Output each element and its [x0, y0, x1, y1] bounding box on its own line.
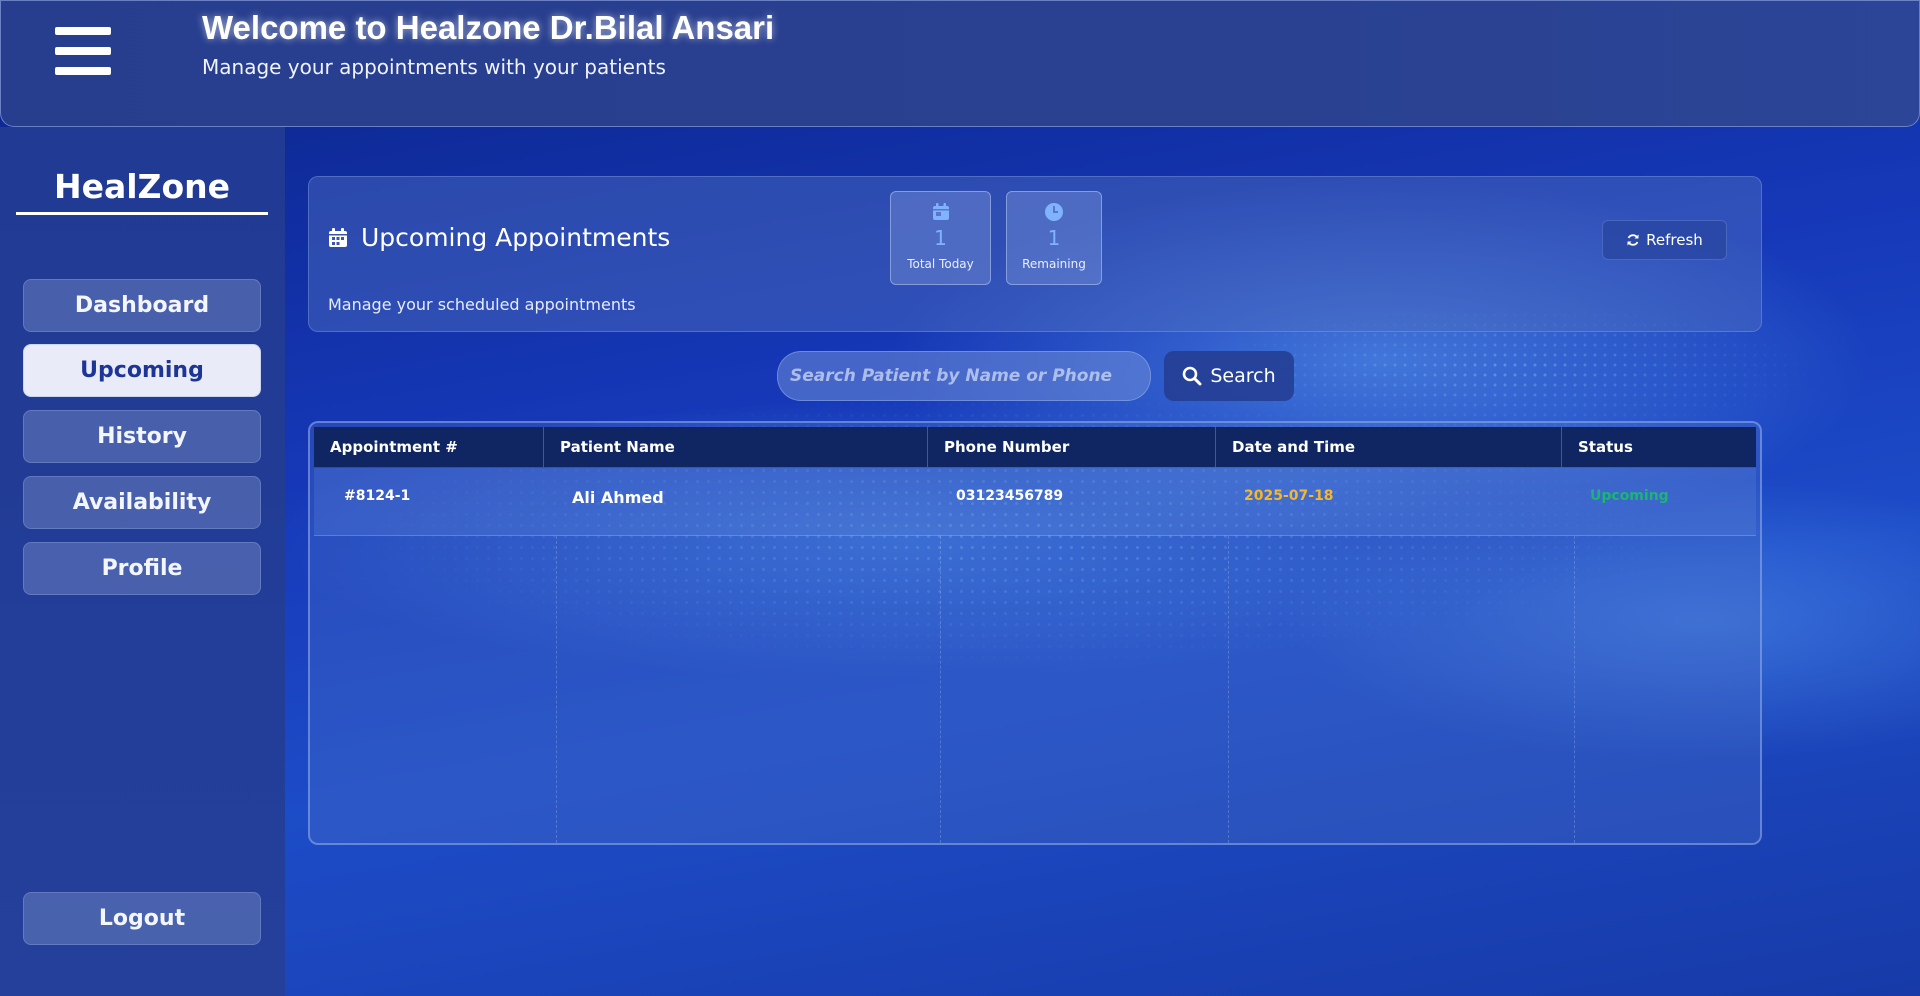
refresh-label: Refresh — [1646, 231, 1703, 249]
sidebar: HealZone Dashboard Upcoming History Avai… — [0, 127, 285, 996]
search-button[interactable]: Search — [1164, 351, 1294, 401]
column-divider — [1574, 536, 1575, 843]
brand-logo-text: HealZone — [16, 167, 268, 215]
search-button-label: Search — [1210, 365, 1276, 387]
column-divider — [556, 536, 557, 843]
search-icon — [1183, 366, 1202, 386]
sidebar-item-history[interactable]: History — [23, 410, 261, 463]
panel-subtitle: Manage your scheduled appointments — [328, 295, 636, 314]
stat-remaining-value: 1 — [1047, 226, 1061, 250]
panel-title: Upcoming Appointments — [327, 223, 670, 252]
top-header: Welcome to Healzone Dr.Bilal Ansari Mana… — [0, 0, 1920, 127]
calendar-icon — [932, 203, 949, 220]
column-divider — [940, 536, 941, 843]
sidebar-item-upcoming[interactable]: Upcoming — [23, 344, 261, 397]
panel-title-text: Upcoming Appointments — [361, 223, 671, 252]
stat-total-today-value: 1 — [934, 226, 947, 250]
search-input[interactable] — [777, 351, 1151, 401]
column-divider — [1228, 536, 1229, 843]
column-header-patient-name[interactable]: Patient Name — [544, 427, 928, 467]
page-subtitle: Manage your appointments with your patie… — [202, 55, 666, 79]
sidebar-item-profile[interactable]: Profile — [23, 542, 261, 595]
stat-total-today-label: Total Today — [907, 257, 974, 271]
cell-phone: 03123456789 — [956, 488, 1064, 504]
sidebar-item-availability[interactable]: Availability — [23, 476, 261, 529]
calendar-icon — [329, 227, 347, 247]
logout-button[interactable]: Logout — [23, 892, 261, 945]
stat-total-today: 1 Total Today — [890, 191, 991, 285]
cell-date: 2025-07-18 — [1244, 488, 1334, 504]
page-title: Welcome to Healzone Dr.Bilal Ansari — [202, 9, 775, 46]
table-header: Appointment # Patient Name Phone Number … — [314, 427, 1756, 467]
appointments-panel: Upcoming Appointments Manage your schedu… — [308, 176, 1762, 332]
column-header-date-time[interactable]: Date and Time — [1216, 427, 1562, 467]
stat-remaining: 1 Remaining — [1006, 191, 1102, 285]
table-row[interactable]: #8124-1 Ali Ahmed 03123456789 2025-07-18… — [314, 468, 1756, 536]
refresh-icon — [1627, 234, 1639, 246]
column-header-status[interactable]: Status — [1562, 427, 1756, 467]
column-header-appointment[interactable]: Appointment # — [314, 427, 544, 467]
clock-icon — [1045, 203, 1063, 221]
refresh-button[interactable]: Refresh — [1602, 220, 1727, 260]
appointments-table: Appointment # Patient Name Phone Number … — [308, 421, 1762, 845]
cell-status: Upcoming — [1590, 488, 1669, 504]
hamburger-menu-icon[interactable] — [51, 25, 115, 79]
cell-patient-name: Ali Ahmed — [572, 488, 664, 507]
sidebar-item-dashboard[interactable]: Dashboard — [23, 279, 261, 332]
cell-appointment-id: #8124-1 — [344, 488, 411, 504]
stat-remaining-label: Remaining — [1022, 257, 1086, 271]
column-header-phone[interactable]: Phone Number — [928, 427, 1216, 467]
